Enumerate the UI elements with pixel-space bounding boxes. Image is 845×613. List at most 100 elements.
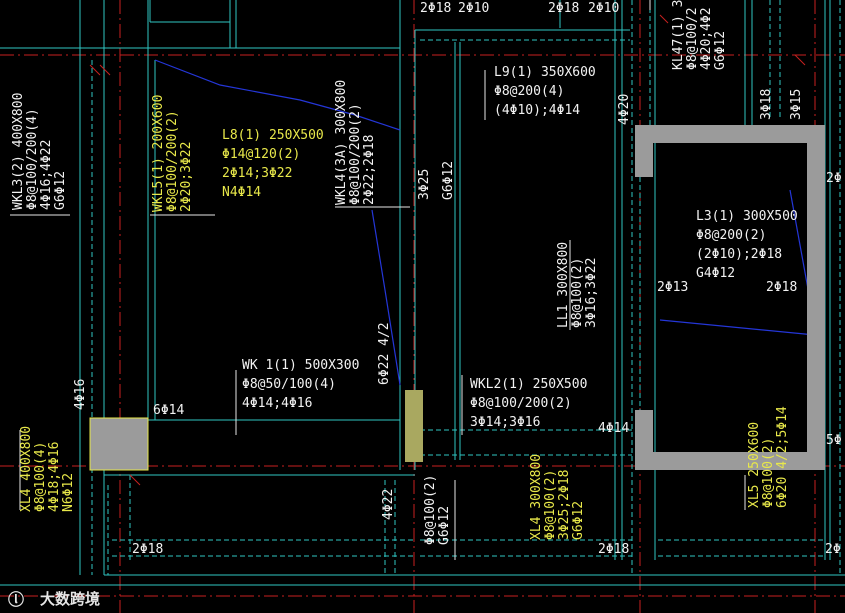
svg-text:XL5 250X600: XL5 250X600 [747, 422, 762, 508]
label-2b18-mid: 2Φ18 [598, 542, 629, 557]
label-top-b: 2Φ18 [548, 1, 579, 16]
label-2b13: 2Φ13 [657, 280, 688, 295]
label-l9: L9(1) 350X600 Φ8@200(4) (4Φ10);4Φ14 [494, 65, 596, 118]
svg-text:4Φ20;4Φ2: 4Φ20;4Φ2 [699, 7, 714, 70]
svg-text:2Φ14;3Φ22: 2Φ14;3Φ22 [222, 166, 292, 181]
label-g6: G6Φ12 [441, 161, 456, 200]
label-6b14: 6Φ14 [153, 403, 184, 418]
svg-text:Φ8@100/200(2): Φ8@100/200(2) [165, 110, 180, 212]
svg-text:Φ8@100/2: Φ8@100/2 [685, 7, 700, 70]
svg-text:Φ8@100(2): Φ8@100(2) [423, 475, 438, 545]
svg-text:XL4 400X800: XL4 400X800 [19, 426, 34, 512]
svg-text:G6Φ12: G6Φ12 [441, 161, 456, 200]
label-4b14: 4Φ14 [598, 421, 629, 436]
svg-text:G6Φ12: G6Φ12 [571, 501, 586, 540]
svg-text:Φ14@120(2): Φ14@120(2) [222, 147, 300, 162]
svg-text:XL4 300X800: XL4 300X800 [529, 454, 544, 540]
label-3b25: 3Φ25 [417, 169, 432, 200]
label-2b-far: 2Φ [825, 542, 841, 557]
label-ll1: LL1 300X800 Φ8@100(2) 3Φ16;3Φ22 [556, 242, 599, 328]
svg-text:WKL4(3A) 300X800: WKL4(3A) 300X800 [334, 80, 349, 205]
wall-left-lower [635, 410, 653, 470]
wall-right [807, 125, 825, 470]
svg-text:(2Φ10);2Φ18: (2Φ10);2Φ18 [696, 247, 782, 262]
svg-text:L8(1) 250X500: L8(1) 250X500 [222, 128, 324, 143]
label-wkl5: WKL5(1) 200X600 Φ8@100/200(2) 2Φ20;3Φ22 [151, 95, 194, 212]
label-top-b2: 2Φ10 [588, 1, 619, 16]
label-wkl3: WKL3(2) 400X800 Φ8@100/200(4) 4Φ16;4Φ22 … [11, 93, 68, 210]
svg-text:(4Φ10);4Φ14: (4Φ10);4Φ14 [494, 103, 580, 118]
svg-text:WK 1(1) 500X300: WK 1(1) 500X300 [242, 358, 359, 373]
wall-bottom [635, 452, 825, 470]
svg-text:L3(1) 300X500: L3(1) 300X500 [696, 209, 798, 224]
svg-text:WKL2(1) 250X500: WKL2(1) 250X500 [470, 377, 587, 392]
svg-text:Φ8@100(2): Φ8@100(2) [761, 438, 776, 508]
label-xl4-left: XL4 400X800 Φ8@100(4) 4Φ18;4Φ16 N6Φ12 [19, 426, 76, 512]
label-2b18-left: 2Φ18 [132, 542, 163, 557]
svg-text:Φ8@100(4): Φ8@100(4) [33, 442, 48, 512]
svg-text:3Φ15: 3Φ15 [789, 89, 804, 120]
svg-text:4Φ14;4Φ16: 4Φ14;4Φ16 [242, 396, 312, 411]
svg-text:3Φ25;2Φ18: 3Φ25;2Φ18 [557, 470, 572, 540]
svg-text:WKL5(1) 200X600: WKL5(1) 200X600 [151, 95, 166, 212]
svg-text:Φ8@100(2): Φ8@100(2) [543, 470, 558, 540]
svg-text:Φ8@200(4): Φ8@200(4) [494, 84, 564, 99]
svg-text:2Φ20;3Φ22: 2Φ20;3Φ22 [179, 142, 194, 212]
svg-text:4Φ18;4Φ16: 4Φ18;4Φ16 [47, 442, 62, 512]
label-4b20: 4Φ20 [617, 94, 632, 125]
wall-top [635, 125, 825, 143]
svg-text:4Φ16;4Φ22: 4Φ16;4Φ22 [39, 140, 54, 210]
svg-text:4Φ22: 4Φ22 [381, 489, 396, 520]
label-2b-right: 2Φ [826, 171, 842, 186]
watermark-logo-icon: ⓛ [8, 590, 25, 609]
svg-text:N6Φ12: N6Φ12 [61, 473, 76, 512]
label-mid-bottom: Φ8@100(2) G6Φ12 [423, 475, 452, 545]
label-kl47: KL47(1) 3 Φ8@100/2 4Φ20;4Φ2 G6Φ12 [671, 0, 728, 70]
svg-text:3Φ25: 3Φ25 [417, 169, 432, 200]
svg-text:4Φ20: 4Φ20 [617, 94, 632, 125]
label-top-a2: 2Φ10 [458, 1, 489, 16]
label-4b22: 4Φ22 [381, 489, 396, 520]
svg-text:Φ8@200(2): Φ8@200(2) [696, 228, 766, 243]
label-4b16: 4Φ16 [73, 379, 88, 410]
label-wk11: WK 1(1) 500X300 Φ8@50/100(4) 4Φ14;4Φ16 [242, 358, 359, 411]
svg-text:3Φ14;3Φ16: 3Φ14;3Φ16 [470, 415, 540, 430]
svg-text:G6Φ12: G6Φ12 [437, 506, 452, 545]
column-left [90, 418, 148, 470]
label-l3: L3(1) 300X500 Φ8@200(2) (2Φ10);2Φ18 G4Φ1… [696, 209, 798, 281]
svg-text:L9(1) 350X600: L9(1) 350X600 [494, 65, 596, 80]
column-mid [405, 390, 423, 462]
structural-plan: 2Φ18 2Φ10 2Φ18 2Φ10 WKL3(2) 400X800 Φ8@1… [0, 0, 845, 613]
svg-text:4Φ16: 4Φ16 [73, 379, 88, 410]
svg-text:3Φ16;3Φ22: 3Φ16;3Φ22 [584, 258, 599, 328]
svg-text:6Φ20 4/2;5Φ14: 6Φ20 4/2;5Φ14 [775, 406, 790, 508]
svg-text:G4Φ12: G4Φ12 [696, 266, 735, 281]
label-2b18-right: 2Φ18 [766, 280, 797, 295]
label-xl4: XL4 300X800 Φ8@100(2) 3Φ25;2Φ18 G6Φ12 [529, 454, 586, 540]
wall-left-upper [635, 125, 653, 177]
columns [90, 125, 825, 470]
svg-text:G6Φ12: G6Φ12 [53, 171, 68, 210]
label-wkl2: WKL2(1) 250X500 Φ8@100/200(2) 3Φ14;3Φ16 [470, 377, 587, 430]
cad-drawing-canvas[interactable]: 2Φ18 2Φ10 2Φ18 2Φ10 WKL3(2) 400X800 Φ8@1… [0, 0, 845, 613]
label-3b15: 3Φ15 [789, 89, 804, 120]
svg-text:2Φ22;2Φ18: 2Φ22;2Φ18 [362, 135, 377, 205]
label-6b22: 6Φ22 4/2 [377, 322, 392, 385]
label-l8: L8(1) 250X500 Φ14@120(2) 2Φ14;3Φ22 N4Φ14 [222, 128, 324, 200]
svg-text:WKL3(2) 400X800: WKL3(2) 400X800 [11, 93, 26, 210]
svg-text:Φ8@100/200(2): Φ8@100/200(2) [348, 103, 363, 205]
svg-text:N4Φ14: N4Φ14 [222, 185, 261, 200]
svg-text:KL47(1) 3: KL47(1) 3 [671, 0, 686, 70]
label-3b18: 3Φ18 [759, 89, 774, 120]
label-xl5: XL5 250X600 Φ8@100(2) 6Φ20 4/2;5Φ14 [747, 406, 790, 508]
svg-text:Φ8@100/200(4): Φ8@100/200(4) [25, 108, 40, 210]
svg-text:Φ8@100(2): Φ8@100(2) [570, 258, 585, 328]
svg-text:Φ8@50/100(4): Φ8@50/100(4) [242, 377, 336, 392]
svg-text:6Φ22 4/2: 6Φ22 4/2 [377, 322, 392, 385]
svg-text:Φ8@100/200(2): Φ8@100/200(2) [470, 396, 572, 411]
label-5b: 5Φ [826, 433, 842, 448]
label-wkl4: WKL4(3A) 300X800 Φ8@100/200(2) 2Φ22;2Φ18 [334, 80, 377, 205]
svg-text:3Φ18: 3Φ18 [759, 89, 774, 120]
hidden-lines [91, 0, 841, 575]
svg-text:LL1 300X800: LL1 300X800 [556, 242, 571, 328]
